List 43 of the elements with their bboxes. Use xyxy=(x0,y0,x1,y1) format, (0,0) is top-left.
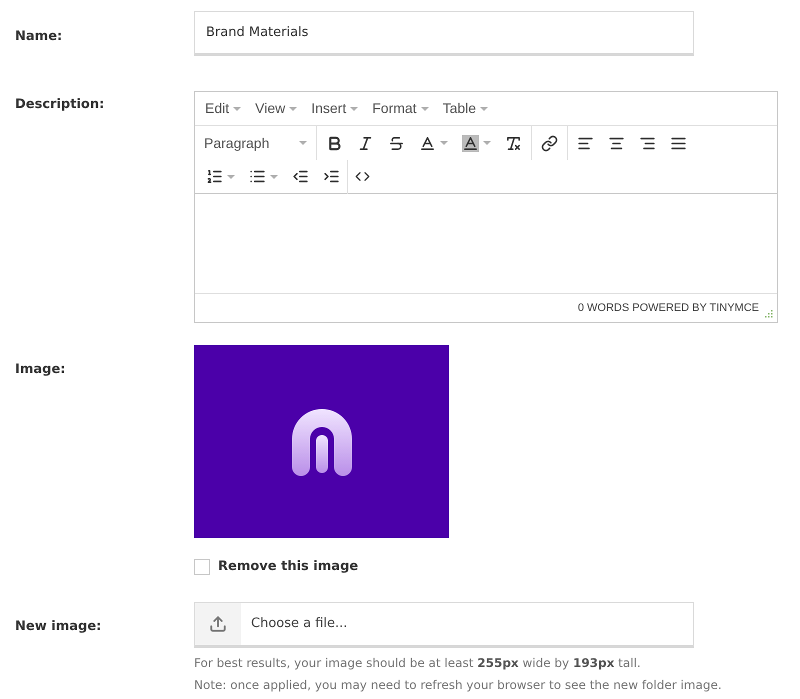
format-select[interactable]: Paragraph xyxy=(195,126,317,160)
caret-icon xyxy=(227,174,235,178)
strikethrough-icon xyxy=(388,134,405,152)
checkbox-label: Remove this image xyxy=(218,558,358,576)
help-text: Note: once applied, you may need to refresh your browser to see the new folder image. xyxy=(194,676,722,694)
status-text: 0 WORDS POWERED BY TINYMCE xyxy=(578,300,759,316)
field-label: New image: xyxy=(14,618,102,636)
caret-icon xyxy=(299,141,307,145)
menu-button[interactable]: View xyxy=(248,98,304,119)
clear-formatting-icon xyxy=(505,134,522,152)
caret-icon xyxy=(483,141,491,145)
menu-button[interactable]: Format xyxy=(365,98,436,119)
menu-button[interactable]: Insert xyxy=(304,98,366,119)
file-placeholder: Choose a file... xyxy=(250,614,348,633)
italic-icon xyxy=(357,134,374,152)
caret-icon xyxy=(480,106,488,110)
outdent-icon xyxy=(292,168,309,185)
resize-handle-icon[interactable] xyxy=(763,308,773,318)
caret-icon xyxy=(440,141,448,145)
text-color-icon xyxy=(419,134,436,152)
highlight-icon xyxy=(462,134,479,152)
field-label: Image: xyxy=(14,361,66,379)
menu-button[interactable]: Edit xyxy=(198,98,248,119)
field-label: Name: xyxy=(14,28,64,46)
bullet-list-icon xyxy=(249,168,266,185)
checkbox[interactable] xyxy=(194,558,210,575)
caret-icon xyxy=(289,106,298,110)
numbered-list-icon xyxy=(206,168,223,185)
caret-icon xyxy=(270,174,278,178)
caret-icon xyxy=(350,106,358,110)
bold-icon xyxy=(326,134,343,152)
caret-icon xyxy=(233,106,242,110)
upload-icon xyxy=(209,614,227,632)
logo-icon xyxy=(290,406,354,476)
help-text: For best results, your image should be at least 255px wide by 193px tall. xyxy=(194,654,642,672)
code-icon xyxy=(355,169,370,184)
link-icon xyxy=(541,134,558,152)
field-label: Description: xyxy=(14,96,106,114)
caret-icon xyxy=(420,106,429,110)
indent-icon xyxy=(323,168,340,185)
file-input[interactable]: Choose a file... xyxy=(194,602,694,648)
menu-button[interactable]: Table xyxy=(436,98,496,119)
name-input[interactable]: Brand Materials xyxy=(194,11,694,56)
